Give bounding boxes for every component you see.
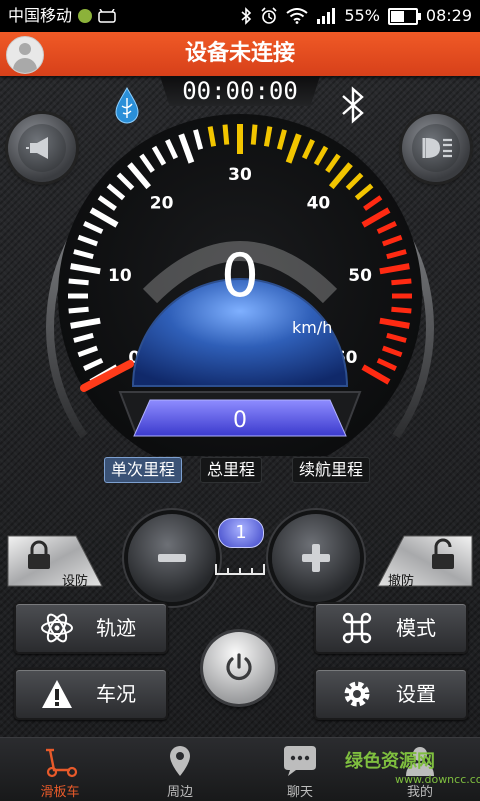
mode-button[interactable]: 模式 — [314, 602, 468, 654]
gauge-tick-label: 30 — [228, 165, 252, 185]
vehicle-status-button[interactable]: 车况 — [14, 668, 168, 720]
track-label: 轨迹 — [96, 616, 136, 640]
disarm-label: 撤防 — [388, 574, 415, 589]
unlock-icon — [432, 538, 454, 569]
notification-icon — [78, 9, 93, 23]
gauge-tick — [222, 124, 230, 145]
clock: 08:29 — [425, 6, 472, 25]
gauge-tick-label: 40 — [307, 194, 331, 214]
trip-value: 0 — [233, 408, 247, 433]
gauge-tick — [263, 126, 273, 147]
gauge-tick — [68, 278, 89, 286]
watermark-url: www.downcc.com — [395, 773, 480, 786]
warning-icon — [42, 680, 72, 708]
carrier-name: 中国移动 — [8, 6, 73, 25]
tab-total-mileage[interactable]: 总里程 — [200, 457, 263, 483]
settings-label: 设置 — [396, 682, 436, 706]
speed-unit: km/h — [292, 318, 333, 337]
settings-button[interactable]: 设置 — [314, 668, 468, 720]
mode-label: 模式 — [396, 616, 436, 640]
gauge-tick-label: 10 — [108, 266, 132, 286]
location-pin-icon — [170, 746, 190, 776]
gauge-tick — [391, 278, 412, 286]
plus-icon — [302, 544, 330, 572]
speed-value: 0 — [220, 241, 260, 311]
track-button[interactable]: 轨迹 — [14, 602, 168, 654]
level-scale — [215, 564, 265, 575]
scooter-icon — [46, 748, 78, 778]
battery-percent: 55% — [344, 6, 380, 25]
disarm-button[interactable]: 撤防 — [374, 528, 474, 594]
battery-icon — [387, 7, 421, 25]
status-bar: 中国移动 55% 08:29 — [0, 0, 480, 32]
bluetooth-status-icon — [241, 7, 252, 25]
increase-button[interactable] — [272, 514, 360, 602]
chat-bubble-icon — [284, 746, 316, 776]
nav-nearby-label: 周边 — [166, 785, 193, 800]
wifi-icon — [286, 8, 308, 24]
nav-nearby[interactable]: 周边 — [120, 738, 240, 801]
gear-icon — [344, 681, 370, 707]
level-value: 1 — [235, 522, 247, 543]
title-bar: 设备未连接 — [0, 32, 480, 76]
level-badge: 1 — [218, 518, 264, 548]
gauge-tick — [207, 126, 217, 147]
gauge-tick — [68, 306, 89, 314]
lock-icon — [28, 540, 50, 569]
watermark-text: 绿色资源网 — [345, 751, 435, 772]
command-key-icon — [342, 612, 372, 644]
vehicle-status-label: 车况 — [96, 682, 136, 706]
tab-single-trip[interactable]: 单次里程 — [104, 457, 183, 483]
page-title: 设备未连接 — [184, 41, 295, 66]
arm-button[interactable]: 设防 — [6, 528, 106, 594]
arm-label: 设防 — [62, 574, 89, 589]
gauge-tick-label: 20 — [150, 194, 174, 214]
gauge-tick — [391, 306, 412, 314]
android-icon — [98, 9, 116, 23]
decrease-button[interactable] — [128, 514, 216, 602]
nav-chat-label: 聊天 — [286, 785, 313, 800]
alarm-icon — [261, 7, 277, 24]
power-button[interactable] — [203, 632, 275, 704]
power-icon — [226, 653, 252, 681]
nav-scooter[interactable]: 滑板车 — [0, 738, 120, 801]
minus-icon — [158, 554, 186, 562]
gauge-tick-label: 50 — [348, 266, 372, 286]
nav-chat[interactable]: 聊天 — [240, 738, 360, 801]
tab-range[interactable]: 续航里程 — [292, 457, 371, 483]
nav-scooter-label: 滑板车 — [40, 785, 80, 800]
gauge-tick — [250, 124, 258, 145]
atom-icon — [41, 613, 73, 643]
signal-icon — [317, 8, 336, 24]
